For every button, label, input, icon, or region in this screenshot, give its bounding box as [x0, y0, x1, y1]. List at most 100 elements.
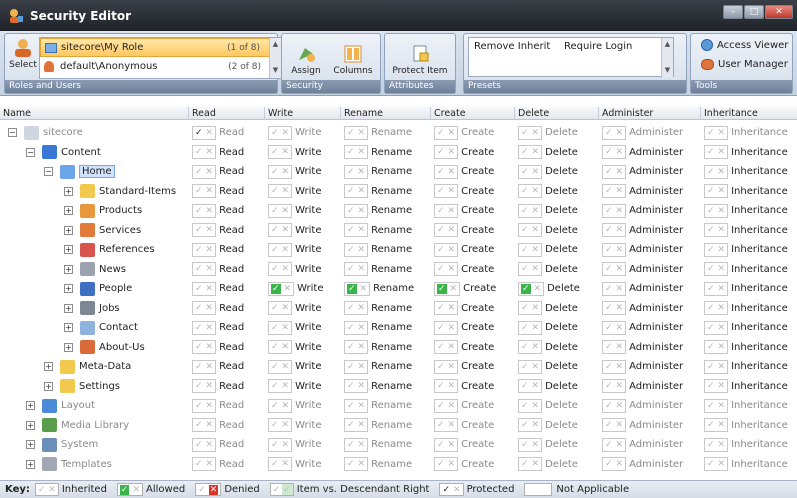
permission-toggle-icon[interactable]: ✓ ✕ — [704, 301, 729, 315]
permission-toggle-icon[interactable]: ✓ ✕ — [344, 418, 369, 432]
right-cell-inheritance[interactable]: ✓ ✕ Inheritance — [704, 340, 788, 355]
tree-node[interactable]: + Products — [64, 203, 142, 218]
permission-toggle-icon[interactable]: ✓ ✕ — [344, 223, 369, 237]
permission-toggle-icon[interactable]: ✓ ✕ — [704, 164, 729, 179]
right-cell-rename[interactable]: ✓ ✕ Rename — [344, 203, 412, 218]
permission-toggle-icon[interactable]: ✓ ✕ — [268, 398, 293, 413]
right-cell-delete[interactable]: ✓ ✕ Delete — [518, 164, 578, 179]
permission-toggle-icon[interactable]: ✓ ✕ — [704, 320, 729, 335]
permission-toggle-icon[interactable]: ✓ ✕ — [704, 262, 729, 276]
tree-node[interactable]: + Meta-Data — [44, 359, 131, 374]
right-cell-write[interactable]: ✓ ✕ Write — [268, 457, 322, 472]
permission-toggle-icon[interactable]: ✓ ✕ — [518, 242, 543, 257]
tree-node-label[interactable]: Standard-Items — [99, 186, 176, 197]
user-manager-button[interactable]: User Manager — [701, 59, 788, 70]
right-cell-delete[interactable]: ✓ ✕ Delete — [518, 262, 578, 277]
table-row[interactable]: − Content ✓ ✕ Read ✓ ✕ Write ✓ ✕ Rename ✓ ✕ Create ✓ ✕ D… — [0, 143, 797, 163]
minimize-button[interactable]: – — [723, 5, 743, 19]
permission-toggle-icon[interactable]: ✓ ✕ — [704, 223, 729, 237]
permission-toggle-icon[interactable]: ✓ ✕ — [704, 281, 729, 296]
right-cell-write[interactable]: ✓ ✕ Write — [268, 359, 322, 374]
tree-node[interactable]: + Contact — [64, 320, 138, 335]
permission-toggle-icon[interactable]: ✓ ✕ — [434, 301, 459, 315]
expand-toggle-icon[interactable]: + — [26, 459, 35, 469]
permission-toggle-icon[interactable]: ✓ ✕ — [268, 184, 293, 198]
permission-toggle-icon[interactable]: ✓ ✕ — [344, 164, 369, 179]
right-cell-administer[interactable]: ✓ ✕ Administer — [602, 125, 683, 140]
permission-toggle-icon[interactable]: ✓ ✕ — [704, 398, 729, 413]
right-cell-rename[interactable]: ✓ ✕ Rename — [344, 340, 412, 355]
table-row[interactable]: + Products ✓ ✕ Read ✓ ✕ Write ✓ ✕ Rename ✓ ✕ Create ✓ ✕… — [0, 201, 797, 221]
right-cell-create[interactable]: ✓ ✕ Create — [434, 184, 494, 199]
permission-toggle-icon[interactable]: ✓ ✕ — [268, 203, 293, 218]
presets-scrollbar[interactable]: ▲ ▼ — [661, 38, 673, 78]
access-viewer-button[interactable]: Access Viewer — [701, 39, 788, 51]
column-header-rename[interactable]: Rename — [340, 107, 383, 120]
right-cell-create[interactable]: ✓ ✕ Create — [434, 281, 496, 296]
right-cell-write[interactable]: ✓ ✕ Write — [268, 223, 322, 238]
permission-toggle-icon[interactable]: ✓ ✕ — [192, 164, 217, 179]
permission-toggle-icon[interactable]: ✓ ✕ — [192, 359, 217, 374]
permission-toggle-icon[interactable]: ✓ ✕ — [704, 418, 729, 432]
right-cell-inheritance[interactable]: ✓ ✕ Inheritance — [704, 457, 788, 472]
permission-toggle-icon[interactable]: ✓ ✕ — [344, 281, 371, 296]
right-cell-read[interactable]: ✓ ✕ Read — [192, 223, 244, 238]
table-row[interactable]: + Jobs ✓ ✕ Read ✓ ✕ Write ✓ ✕ Rename ✓ ✕ Create ✓ ✕ Dele… — [0, 299, 797, 319]
preset-require-login[interactable]: Require Login — [564, 41, 632, 52]
expand-toggle-icon[interactable]: + — [64, 186, 73, 196]
expand-toggle-icon[interactable]: + — [64, 303, 73, 313]
table-row[interactable]: + Standard-Items ✓ ✕ Read ✓ ✕ Write ✓ ✕ Rename ✓ ✕ Cr… — [0, 182, 797, 202]
table-row[interactable]: − sitecore ✓ ✕ Read ✓ ✕ Write ✓ ✕ Rename ✓ ✕ Create ✓ ✕… — [0, 123, 797, 143]
permission-toggle-icon[interactable]: ✓ ✕ — [192, 242, 217, 257]
right-cell-delete[interactable]: ✓ ✕ Delete — [518, 359, 578, 374]
permission-toggle-icon[interactable]: ✓ ✕ — [268, 145, 293, 159]
expand-toggle-icon[interactable]: − — [44, 167, 53, 176]
tree-node[interactable]: + Layout — [26, 398, 95, 413]
right-cell-inheritance[interactable]: ✓ ✕ Inheritance — [704, 223, 788, 238]
permission-toggle-icon[interactable]: ✓ ✕ — [434, 340, 459, 354]
permission-toggle-icon[interactable]: ✓ ✕ — [602, 164, 627, 179]
permission-toggle-icon[interactable]: ✓ ✕ — [192, 203, 217, 218]
right-cell-read[interactable]: ✓ ✕ Read — [192, 125, 244, 140]
permission-toggle-icon[interactable]: ✓ ✕ — [434, 145, 459, 159]
permission-toggle-icon[interactable]: ✓ ✕ — [602, 457, 627, 471]
permission-toggle-icon[interactable]: ✓ ✕ — [434, 184, 459, 198]
table-row[interactable]: + Layout ✓ ✕ Read ✓ ✕ Write ✓ ✕ Rename ✓ ✕ Create ✓ ✕ De… — [0, 396, 797, 416]
expand-toggle-icon[interactable]: + — [64, 284, 73, 293]
right-cell-read[interactable]: ✓ ✕ Read — [192, 301, 244, 316]
permission-toggle-icon[interactable]: ✓ ✕ — [602, 281, 627, 296]
table-row[interactable]: + News ✓ ✕ Read ✓ ✕ Write ✓ ✕ Rename ✓ ✕ Create ✓ ✕ Dele… — [0, 260, 797, 280]
right-cell-read[interactable]: ✓ ✕ Read — [192, 398, 244, 413]
right-cell-read[interactable]: ✓ ✕ Read — [192, 281, 244, 296]
right-cell-rename[interactable]: ✓ ✕ Rename — [344, 359, 412, 374]
permission-toggle-icon[interactable]: ✓ ✕ — [344, 398, 369, 413]
table-row[interactable]: + Media Library ✓ ✕ Read ✓ ✕ Write ✓ ✕ Rename ✓ ✕ Cre… — [0, 416, 797, 436]
right-cell-read[interactable]: ✓ ✕ Read — [192, 262, 244, 277]
right-cell-write[interactable]: ✓ ✕ Write — [268, 320, 322, 335]
permission-toggle-icon[interactable]: ✓ ✕ — [602, 437, 627, 452]
permission-toggle-icon[interactable]: ✓ ✕ — [518, 320, 543, 335]
permission-toggle-icon[interactable]: ✓ ✕ — [518, 398, 543, 413]
right-cell-read[interactable]: ✓ ✕ Read — [192, 340, 244, 355]
permission-toggle-icon[interactable]: ✓ ✕ — [518, 184, 543, 198]
column-header-write[interactable]: Write — [264, 107, 293, 120]
permission-toggle-icon[interactable]: ✓ ✕ — [518, 418, 543, 432]
permission-toggle-icon[interactable]: ✓ ✕ — [704, 125, 729, 140]
maximize-button[interactable]: □ — [744, 5, 764, 19]
permission-toggle-icon[interactable]: ✓ ✕ — [344, 262, 369, 276]
right-cell-inheritance[interactable]: ✓ ✕ Inheritance — [704, 281, 788, 296]
permission-toggle-icon[interactable]: ✓ ✕ — [704, 340, 729, 354]
permission-toggle-icon[interactable]: ✓ ✕ — [192, 398, 217, 413]
permission-toggle-icon[interactable]: ✓ ✕ — [518, 359, 543, 374]
right-cell-rename[interactable]: ✓ ✕ Rename — [344, 164, 412, 179]
column-header-administer[interactable]: Administer — [598, 107, 653, 120]
permission-toggle-icon[interactable]: ✓ ✕ — [434, 223, 459, 237]
right-cell-inheritance[interactable]: ✓ ✕ Inheritance — [704, 398, 788, 413]
right-cell-rename[interactable]: ✓ ✕ Rename — [344, 379, 412, 394]
permission-toggle-icon[interactable]: ✓ ✕ — [268, 281, 295, 296]
permission-toggle-icon[interactable]: ✓ ✕ — [344, 457, 369, 471]
right-cell-inheritance[interactable]: ✓ ✕ Inheritance — [704, 203, 788, 218]
right-cell-create[interactable]: ✓ ✕ Create — [434, 340, 494, 355]
permission-toggle-icon[interactable]: ✓ ✕ — [602, 379, 627, 393]
permission-toggle-icon[interactable]: ✓ ✕ — [602, 203, 627, 218]
